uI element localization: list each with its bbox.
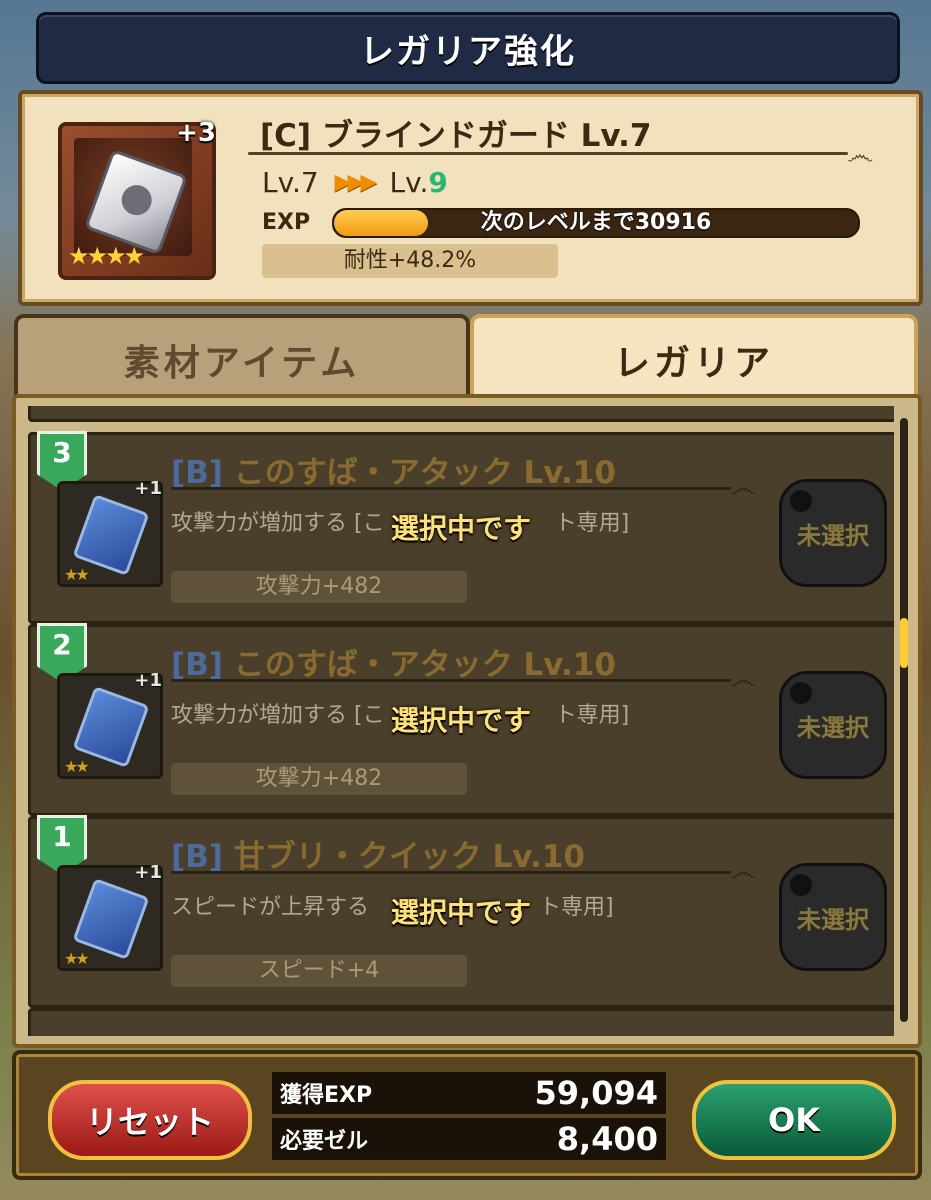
level-change: Lv.7 ▶▶▶ Lv.9 bbox=[262, 166, 448, 199]
tab-material-items[interactable]: 素材アイテム bbox=[14, 314, 470, 406]
shield-gem-icon bbox=[84, 148, 188, 256]
title-bar: レガリア強化 bbox=[36, 12, 900, 84]
unselect-button[interactable]: 未選択 bbox=[779, 671, 887, 779]
required-zel-row: 必要ゼル 8,400 bbox=[272, 1118, 666, 1160]
scroll-ornament-icon: ෴ bbox=[731, 857, 756, 887]
regalia-header-card: +3 ★★★★ [C] ブラインドガード Lv.7 ෴ Lv.7 ▶▶▶ Lv.… bbox=[18, 90, 923, 306]
item-name-text: このすば・アタック Lv.10 bbox=[233, 455, 616, 491]
item-thumbnail: +1 ★★ bbox=[57, 670, 163, 779]
list-scrollbar[interactable] bbox=[900, 418, 908, 1022]
unselect-button-label: 未選択 bbox=[797, 521, 869, 550]
list-item[interactable]: 1 +1 ★★ [B] 甘ブリ・クイック Lv.10 ෴ スピードが上昇する ト専… bbox=[28, 815, 894, 1008]
item-description-text: スピードが上昇する bbox=[171, 895, 370, 920]
item-name: [B] 甘ブリ・クイック Lv.10 bbox=[171, 831, 585, 876]
button-dot-icon bbox=[790, 490, 812, 512]
item-description-tail: ト専用] bbox=[554, 511, 630, 536]
unselect-button-label: 未選択 bbox=[797, 905, 869, 934]
list-item[interactable]: 3 +1 ★★ [B] このすば・アタック Lv.10 ෴ 攻撃力が増加する [… bbox=[28, 431, 894, 624]
item-stat: スピード+4 bbox=[171, 955, 467, 987]
exp-progress-bar: 次のレベルまで30916 bbox=[332, 208, 860, 238]
gained-exp-label: 獲得EXP bbox=[280, 1083, 373, 1108]
gem-face-icon bbox=[117, 180, 156, 220]
item-name: [B] このすば・アタック Lv.10 bbox=[171, 447, 616, 492]
unselect-button[interactable]: 未選択 bbox=[779, 863, 887, 971]
item-divider bbox=[171, 487, 731, 490]
item-description-tail: ト専用] bbox=[539, 895, 614, 920]
current-level: Lv.7 bbox=[262, 166, 319, 199]
item-thumbnail: +1 ★★ bbox=[57, 478, 163, 587]
item-rarity-stars: ★★ bbox=[64, 565, 90, 584]
exp-label: EXP bbox=[262, 210, 311, 235]
regalia-stat: 耐性+48.2% bbox=[262, 244, 558, 278]
unselect-button[interactable]: 未選択 bbox=[779, 479, 887, 587]
required-zel-value: 8,400 bbox=[556, 1120, 658, 1158]
item-divider bbox=[171, 871, 731, 874]
name-divider bbox=[248, 152, 848, 155]
item-name-text: このすば・アタック Lv.10 bbox=[233, 647, 616, 683]
level-arrows-icon: ▶▶▶ bbox=[334, 170, 378, 195]
item-plus-badge: +1 bbox=[134, 862, 162, 883]
regalia-thumbnail-frame bbox=[74, 138, 192, 256]
list-item[interactable]: 2 +1 ★★ [B] このすば・アタック Lv.10 ෴ 攻撃力が増加する [… bbox=[28, 623, 894, 816]
scroll-ornament-icon: ෴ bbox=[731, 665, 756, 695]
scroll-ornament-icon: ෴ bbox=[847, 138, 874, 171]
sword-gem-icon bbox=[72, 686, 150, 768]
unselect-button-label: 未選択 bbox=[797, 713, 869, 742]
regalia-name: [C] ブラインドガード Lv.7 bbox=[260, 118, 652, 154]
material-list-panel[interactable]: 3 +1 ★★ [B] このすば・アタック Lv.10 ෴ 攻撃力が増加する [… bbox=[12, 394, 922, 1048]
item-description-text: 攻撃力が増加する [こ bbox=[171, 511, 385, 536]
item-divider bbox=[171, 679, 731, 682]
gained-exp-row: 獲得EXP 59,094 bbox=[272, 1072, 666, 1114]
item-description-tail: ト専用] bbox=[554, 703, 630, 728]
item-rarity-stars: ★★ bbox=[64, 949, 90, 968]
item-thumbnail: +1 ★★ bbox=[57, 862, 163, 971]
page-title: レガリア強化 bbox=[360, 31, 576, 72]
item-rank-tag: [B] bbox=[171, 455, 223, 491]
regalia-thumbnail: +3 ★★★★ bbox=[58, 118, 216, 280]
button-dot-icon bbox=[790, 682, 812, 704]
required-zel-label: 必要ゼル bbox=[280, 1129, 369, 1154]
exp-progress-text: 次のレベルまで30916 bbox=[480, 210, 712, 235]
selected-label: 選択中です bbox=[391, 704, 532, 737]
item-stat: 攻撃力+482 bbox=[171, 763, 467, 795]
list-item-partial-top bbox=[28, 406, 894, 422]
footer-panel: リセット 獲得EXP 59,094 必要ゼル 8,400 OK bbox=[12, 1050, 922, 1180]
item-name-text: 甘ブリ・クイック Lv.10 bbox=[233, 839, 585, 875]
item-description-text: 攻撃力が増加する [こ bbox=[171, 703, 385, 728]
reset-button[interactable]: リセット bbox=[48, 1080, 252, 1160]
scroll-ornament-icon: ෴ bbox=[731, 473, 756, 503]
next-level: Lv.9 bbox=[389, 166, 447, 199]
tab-regalia[interactable]: レガリア bbox=[470, 314, 918, 406]
selected-label: 選択中です bbox=[391, 512, 532, 545]
rarity-stars: ★★★★ bbox=[68, 242, 145, 270]
plus-level-badge: +3 bbox=[176, 118, 216, 148]
list-item-partial-bottom bbox=[28, 1008, 894, 1036]
list-scrollbar-thumb[interactable] bbox=[900, 618, 908, 668]
item-stat: 攻撃力+482 bbox=[171, 571, 467, 603]
material-list: 3 +1 ★★ [B] このすば・アタック Lv.10 ෴ 攻撃力が増加する [… bbox=[28, 406, 894, 1036]
item-rarity-stars: ★★ bbox=[64, 757, 90, 776]
boot-gem-icon bbox=[72, 878, 150, 960]
button-dot-icon bbox=[790, 874, 812, 896]
item-rank-tag: [B] bbox=[171, 647, 223, 683]
selected-label: 選択中です bbox=[391, 896, 532, 929]
next-level-value: 9 bbox=[428, 166, 448, 199]
item-plus-badge: +1 bbox=[134, 670, 162, 691]
gained-exp-value: 59,094 bbox=[534, 1074, 658, 1112]
item-name: [B] このすば・アタック Lv.10 bbox=[171, 639, 616, 684]
item-plus-badge: +1 bbox=[134, 478, 162, 499]
item-rank-tag: [B] bbox=[171, 839, 223, 875]
next-level-prefix: Lv. bbox=[389, 166, 429, 199]
ok-button[interactable]: OK bbox=[692, 1080, 896, 1160]
sword-gem-icon bbox=[72, 494, 150, 576]
